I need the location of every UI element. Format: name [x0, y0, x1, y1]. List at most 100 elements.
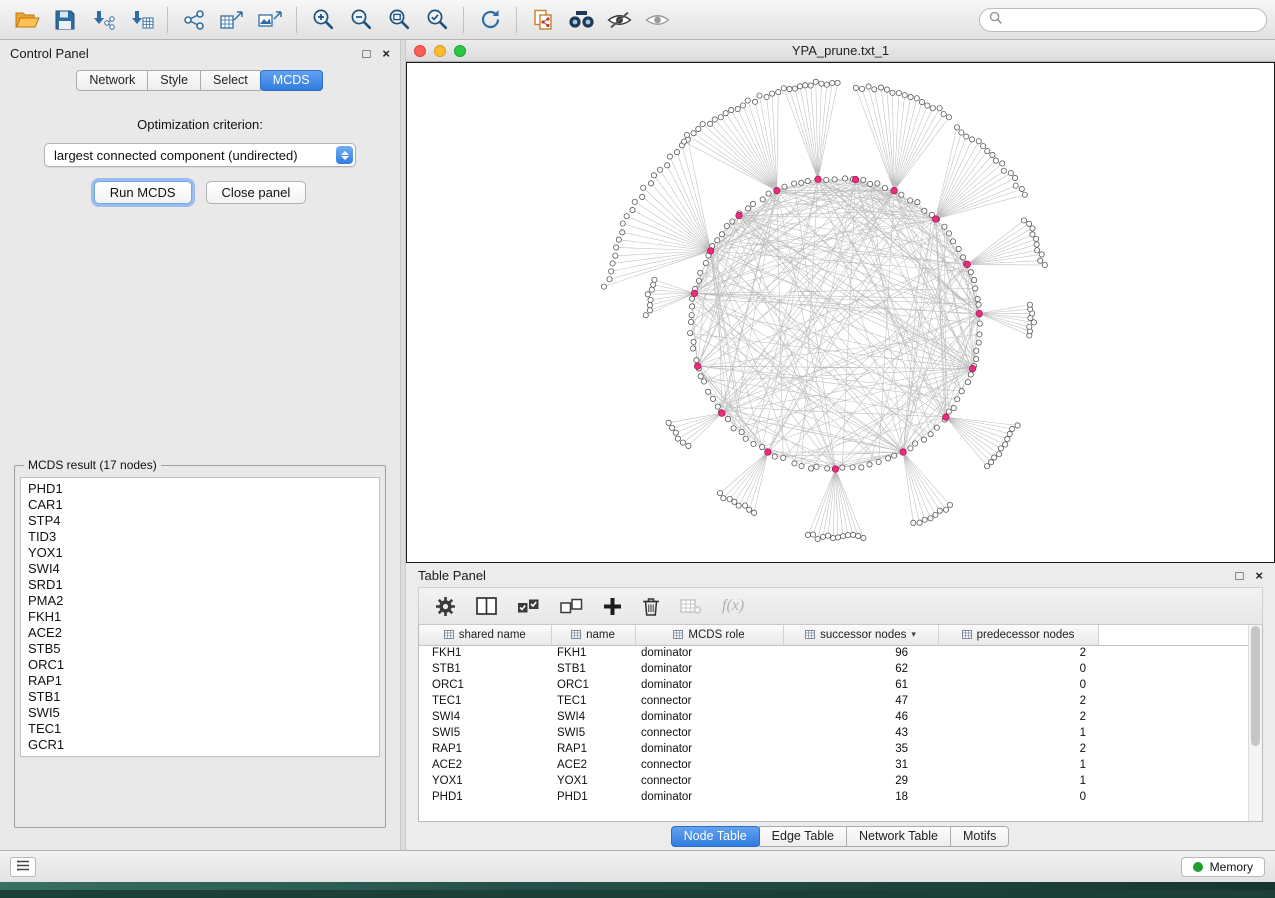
table-row[interactable]: PHD1PHD1dominator180 [419, 789, 1248, 805]
hide-selected-icon[interactable] [600, 4, 638, 36]
successor-nodes-cell[interactable]: 18 [783, 789, 938, 805]
panel-menu-button[interactable] [10, 857, 36, 877]
table-row[interactable]: SWI4SWI4dominator462 [419, 709, 1248, 725]
select-all-icon[interactable] [517, 597, 540, 615]
zoom-selected-icon[interactable] [418, 4, 456, 36]
mcds-role-cell[interactable]: dominator [635, 741, 783, 757]
tab-network-table[interactable]: Network Table [846, 826, 951, 847]
deselect-all-icon[interactable] [560, 597, 583, 615]
column-header-predecessor-nodes[interactable]: predecessor nodes [938, 625, 1098, 645]
mcds-result-item[interactable]: STB5 [28, 641, 372, 657]
table-row[interactable]: STB1STB1dominator620 [419, 661, 1248, 677]
successor-nodes-cell[interactable]: 29 [783, 773, 938, 789]
toggle-columns-icon[interactable] [476, 597, 497, 615]
name-cell[interactable]: ORC1 [551, 677, 635, 693]
settings-gear-icon[interactable] [435, 596, 456, 617]
column-header-successor-nodes[interactable]: successor nodes▾ [783, 625, 938, 645]
shared-name-cell[interactable]: PHD1 [419, 789, 551, 805]
column-header-MCDS-role[interactable]: MCDS role [635, 625, 783, 645]
mcds-result-item[interactable]: YOX1 [28, 545, 372, 561]
mcds-role-cell[interactable]: connector [635, 693, 783, 709]
tab-style[interactable]: Style [147, 70, 201, 91]
tab-edge-table[interactable]: Edge Table [759, 826, 847, 847]
name-cell[interactable]: YOX1 [551, 773, 635, 789]
run-mcds-button[interactable]: Run MCDS [94, 181, 192, 204]
name-cell[interactable]: FKH1 [551, 645, 635, 661]
table-row[interactable]: ACE2ACE2connector311 [419, 757, 1248, 773]
name-cell[interactable]: STB1 [551, 661, 635, 677]
name-cell[interactable]: SWI5 [551, 725, 635, 741]
refresh-icon[interactable] [471, 4, 509, 36]
successor-nodes-cell[interactable]: 96 [783, 645, 938, 661]
successor-nodes-cell[interactable]: 61 [783, 677, 938, 693]
table-row[interactable]: FKH1FKH1dominator962 [419, 645, 1248, 661]
window-minimize-traffic-light[interactable] [434, 45, 446, 57]
shared-name-cell[interactable]: SWI4 [419, 709, 551, 725]
shared-name-cell[interactable]: ACE2 [419, 757, 551, 773]
close-panel-icon[interactable]: × [382, 46, 390, 61]
predecessor-nodes-cell[interactable]: 2 [938, 645, 1098, 661]
name-cell[interactable]: SWI4 [551, 709, 635, 725]
predecessor-nodes-cell[interactable]: 0 [938, 677, 1098, 693]
successor-nodes-cell[interactable]: 62 [783, 661, 938, 677]
shared-name-cell[interactable]: FKH1 [419, 645, 551, 661]
mcds-result-item[interactable]: ORC1 [28, 657, 372, 673]
table-row[interactable]: ORC1ORC1dominator610 [419, 677, 1248, 693]
table-row[interactable]: SWI5SWI5connector431 [419, 725, 1248, 741]
mcds-result-item[interactable]: SWI4 [28, 561, 372, 577]
mcds-result-item[interactable]: SWI5 [28, 705, 372, 721]
window-close-traffic-light[interactable] [414, 45, 426, 57]
mcds-result-item[interactable]: PHD1 [28, 481, 372, 497]
predecessor-nodes-cell[interactable]: 2 [938, 709, 1098, 725]
tab-network[interactable]: Network [76, 70, 148, 91]
network-graph[interactable] [407, 63, 1274, 562]
name-cell[interactable]: TEC1 [551, 693, 635, 709]
search-input[interactable] [1008, 13, 1257, 27]
shared-name-cell[interactable]: STB1 [419, 661, 551, 677]
sort-chevron-icon[interactable]: ▾ [911, 629, 916, 640]
mcds-role-cell[interactable]: dominator [635, 661, 783, 677]
zoom-fit-icon[interactable] [380, 4, 418, 36]
import-table-icon[interactable] [122, 4, 160, 36]
mcds-result-item[interactable]: SRD1 [28, 577, 372, 593]
mcds-role-cell[interactable]: connector [635, 757, 783, 773]
predecessor-nodes-cell[interactable]: 1 [938, 757, 1098, 773]
table-scrollbar[interactable] [1248, 625, 1262, 821]
find-icon[interactable] [562, 4, 600, 36]
float-panel-icon[interactable]: □ [363, 46, 371, 61]
column-header-name[interactable]: name [551, 625, 635, 645]
combo-stepper-icon[interactable] [336, 146, 353, 164]
predecessor-nodes-cell[interactable]: 0 [938, 789, 1098, 805]
close-panel-button[interactable]: Close panel [206, 181, 307, 204]
successor-nodes-cell[interactable]: 46 [783, 709, 938, 725]
tab-mcds[interactable]: MCDS [260, 70, 323, 91]
table-row[interactable]: RAP1RAP1dominator352 [419, 741, 1248, 757]
mcds-result-item[interactable]: STB1 [28, 689, 372, 705]
mcds-result-item[interactable]: CAR1 [28, 497, 372, 513]
shared-name-cell[interactable]: YOX1 [419, 773, 551, 789]
shared-name-cell[interactable]: SWI5 [419, 725, 551, 741]
memory-button[interactable]: Memory [1181, 857, 1265, 877]
import-network-icon[interactable] [84, 4, 122, 36]
network-view[interactable] [406, 62, 1275, 563]
mcds-result-item[interactable]: GCR1 [28, 737, 372, 753]
save-session-icon[interactable] [46, 4, 84, 36]
successor-nodes-cell[interactable]: 47 [783, 693, 938, 709]
mcds-role-cell[interactable]: dominator [635, 789, 783, 805]
mcds-result-item[interactable]: TID3 [28, 529, 372, 545]
name-cell[interactable]: PHD1 [551, 789, 635, 805]
mcds-result-item[interactable]: PMA2 [28, 593, 372, 609]
mcds-result-list[interactable]: PHD1CAR1STP4TID3YOX1SWI4SRD1PMA2FKH1ACE2… [20, 477, 380, 757]
predecessor-nodes-cell[interactable]: 0 [938, 661, 1098, 677]
network-search-box[interactable] [979, 8, 1267, 32]
mcds-role-cell[interactable]: connector [635, 725, 783, 741]
shared-name-cell[interactable]: ORC1 [419, 677, 551, 693]
add-icon[interactable] [603, 597, 622, 616]
mcds-role-cell[interactable]: connector [635, 773, 783, 789]
successor-nodes-cell[interactable]: 35 [783, 741, 938, 757]
window-zoom-traffic-light[interactable] [454, 45, 466, 57]
tab-select[interactable]: Select [200, 70, 261, 91]
shared-name-cell[interactable]: RAP1 [419, 741, 551, 757]
mcds-result-item[interactable]: ACE2 [28, 625, 372, 641]
close-table-panel-icon[interactable]: × [1255, 568, 1263, 583]
